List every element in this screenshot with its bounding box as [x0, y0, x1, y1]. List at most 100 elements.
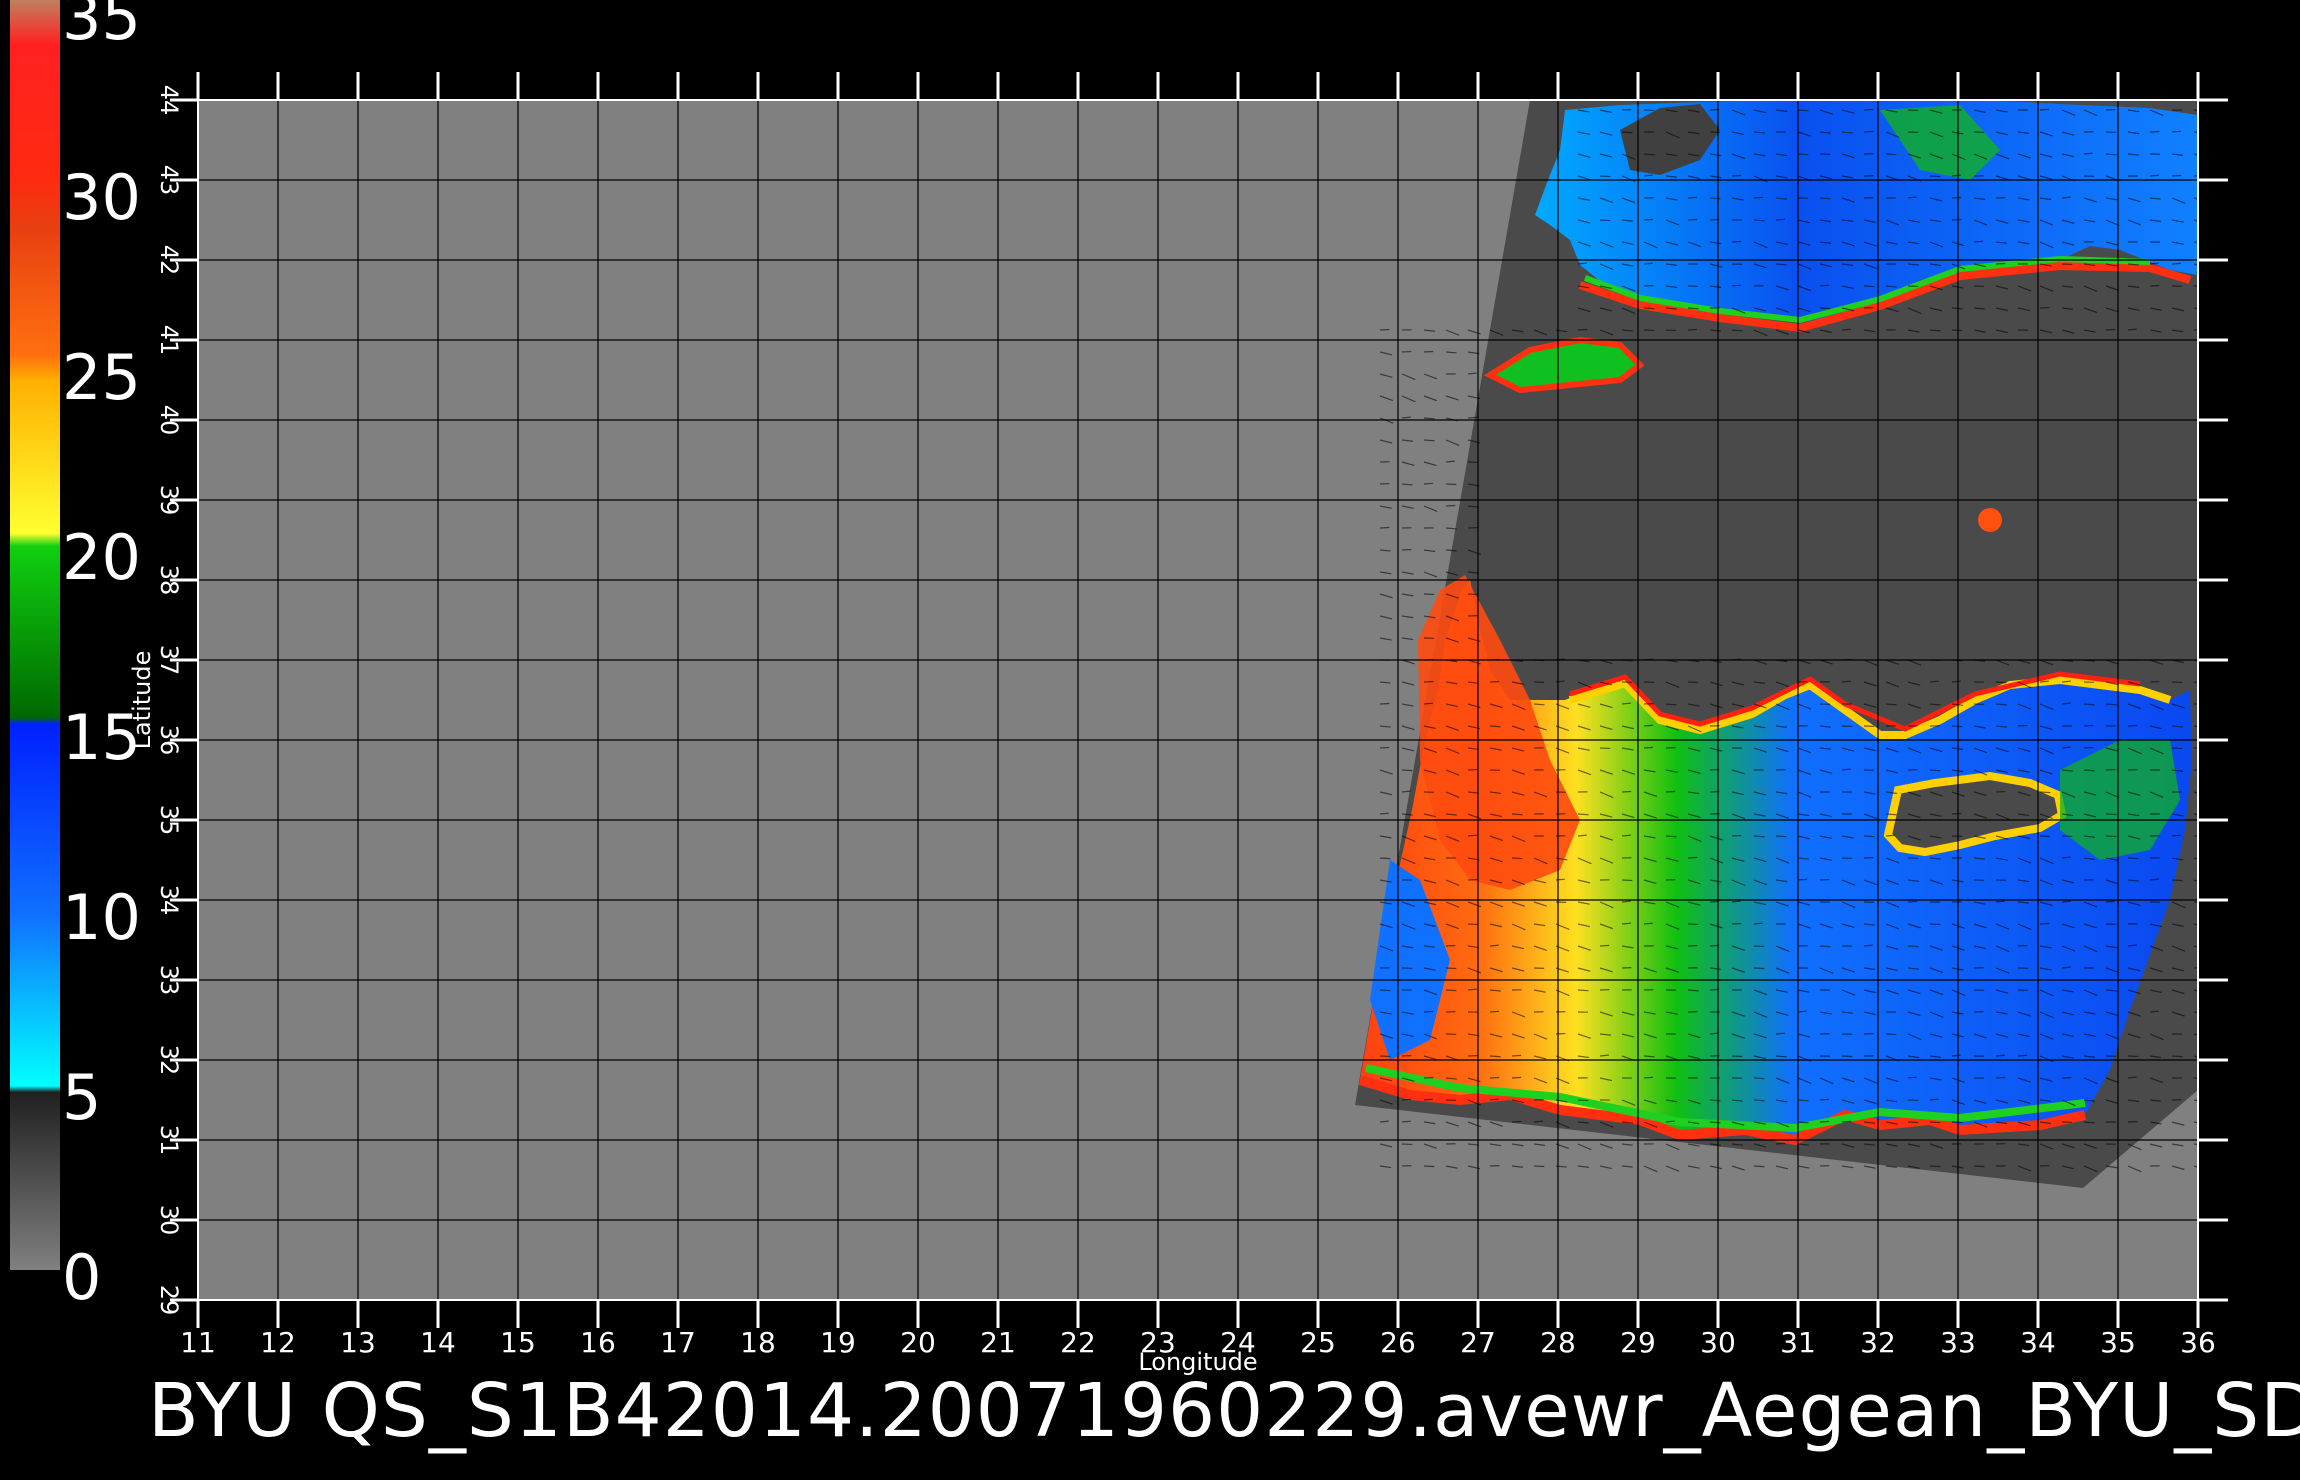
- wind-vector: [1907, 945, 1919, 948]
- wind-vector: [1885, 153, 1897, 156]
- wind-vector: [1863, 108, 1874, 111]
- wind-vector: [1907, 1099, 1919, 1102]
- wind-vector: [1621, 879, 1633, 882]
- wind-vector: [1445, 944, 1456, 947]
- wind-vector: [1511, 857, 1523, 860]
- wind-vector: [1709, 1099, 1721, 1102]
- wind-vector: [1687, 328, 1698, 331]
- x-tick-label: 15: [500, 1326, 536, 1359]
- colorbar-strip: [10, 0, 60, 1270]
- wind-vector: [2105, 900, 2116, 903]
- wind-vector: [1379, 989, 1391, 992]
- wind-vector: [1643, 724, 1654, 727]
- y-tick-label: 41: [155, 325, 183, 356]
- x-tick-label: 21: [980, 1326, 1016, 1359]
- wind-vector: [1599, 175, 1611, 178]
- wind-vector: [1775, 263, 1787, 266]
- wind-vector: [1643, 922, 1653, 925]
- wind-vector: [1995, 262, 2006, 265]
- wind-vector: [2171, 747, 2183, 750]
- x-tick-label: 25: [1300, 1326, 1336, 1359]
- wind-vector: [2171, 879, 2183, 882]
- wind-vector: [1687, 989, 1699, 992]
- wind-vector: [1379, 526, 1390, 529]
- wind-vector: [2039, 108, 2050, 111]
- colorbar-label: 20: [62, 521, 141, 594]
- wind-vector: [1731, 1055, 1743, 1058]
- x-tick-label: 20: [900, 1326, 936, 1359]
- wind-vector: [1401, 1120, 1411, 1123]
- wind-vector: [1841, 328, 1852, 331]
- wind-vector: [1995, 703, 2007, 706]
- x-tick-label: 30: [1700, 1326, 1736, 1359]
- wind-vector: [1709, 197, 1721, 200]
- wind-vector: [1643, 218, 1654, 221]
- wind-vector: [1885, 1033, 1897, 1036]
- wind-vector: [1621, 131, 1633, 134]
- x-tick-label: 27: [1460, 1326, 1496, 1359]
- x-tick-label: 32: [1860, 1326, 1896, 1359]
- wind-vector: [1819, 284, 1829, 287]
- y-tick-label: 36: [155, 725, 183, 756]
- colorbar-label: 5: [62, 1061, 101, 1134]
- wind-vector: [2061, 680, 2071, 683]
- wind-vector: [1379, 857, 1391, 860]
- wind-vector: [2171, 174, 2182, 177]
- wind-vector: [1951, 196, 1962, 199]
- wind-vector: [1687, 196, 1698, 199]
- colorbar-label: 0: [62, 1241, 101, 1314]
- wind-vector: [1973, 240, 1984, 243]
- wind-vector: [2149, 262, 2159, 265]
- wind-vector: [1973, 1165, 1985, 1168]
- y-tick-label: 34: [155, 885, 183, 916]
- wind-vector: [1401, 1098, 1412, 1101]
- wind-vector: [1599, 1054, 1609, 1057]
- plot-area: [170, 72, 2228, 1328]
- wind-vector: [1577, 1099, 1589, 1102]
- wind-vector: [1643, 262, 1653, 265]
- wind-vector: [2083, 724, 2094, 727]
- wind-vector: [1841, 1055, 1853, 1058]
- wind-vector: [1775, 1142, 1786, 1145]
- wind-vector: [1775, 835, 1787, 838]
- wind-vector: [1819, 1120, 1830, 1123]
- y-tick-label: 30: [155, 1205, 183, 1236]
- wind-vector: [1489, 1076, 1500, 1079]
- wind-vector: [1621, 922, 1631, 925]
- wind-vector: [2061, 900, 2071, 903]
- wind-vector: [2171, 1055, 2183, 1058]
- x-tick-label: 34: [2020, 1326, 2056, 1359]
- x-tick-label: 19: [820, 1326, 856, 1359]
- wind-vector: [1379, 1055, 1391, 1058]
- wind-vector: [1753, 1077, 1765, 1080]
- wind-vector: [1599, 944, 1610, 947]
- wind-vector: [1731, 240, 1742, 243]
- wind-vector: [1709, 1121, 1721, 1124]
- y-tick-label: 38: [155, 565, 183, 596]
- y-tick-label: 42: [155, 245, 183, 276]
- wind-vector: [1467, 416, 1478, 419]
- wind-vector: [1929, 923, 1941, 926]
- x-tick-label: 16: [580, 1326, 616, 1359]
- x-tick-label: 17: [660, 1326, 696, 1359]
- wind-vector: [1665, 790, 1676, 793]
- wind-vector: [2171, 834, 2181, 837]
- wind-vector: [1599, 219, 1611, 222]
- y-tick-label: 33: [155, 965, 183, 996]
- y-tick-label: 43: [155, 165, 183, 196]
- wind-vector: [1555, 878, 1565, 881]
- wind-vector: [1951, 1121, 1963, 1124]
- wind-vector: [1643, 307, 1655, 310]
- x-tick-label: 31: [1780, 1326, 1816, 1359]
- wind-vector: [1885, 813, 1897, 816]
- wind-vector: [1665, 835, 1677, 838]
- wind-vector: [1775, 218, 1785, 221]
- colorbar: 35302520151050: [10, 0, 141, 1314]
- wind-vector: [1885, 703, 1897, 706]
- wind-vector: [1929, 175, 1941, 178]
- wind-vector: [1929, 329, 1941, 332]
- wind-vector: [1995, 1076, 2006, 1079]
- wind-vector: [1819, 945, 1831, 948]
- x-tick-label: 18: [740, 1326, 776, 1359]
- wind-vector: [2149, 174, 2159, 177]
